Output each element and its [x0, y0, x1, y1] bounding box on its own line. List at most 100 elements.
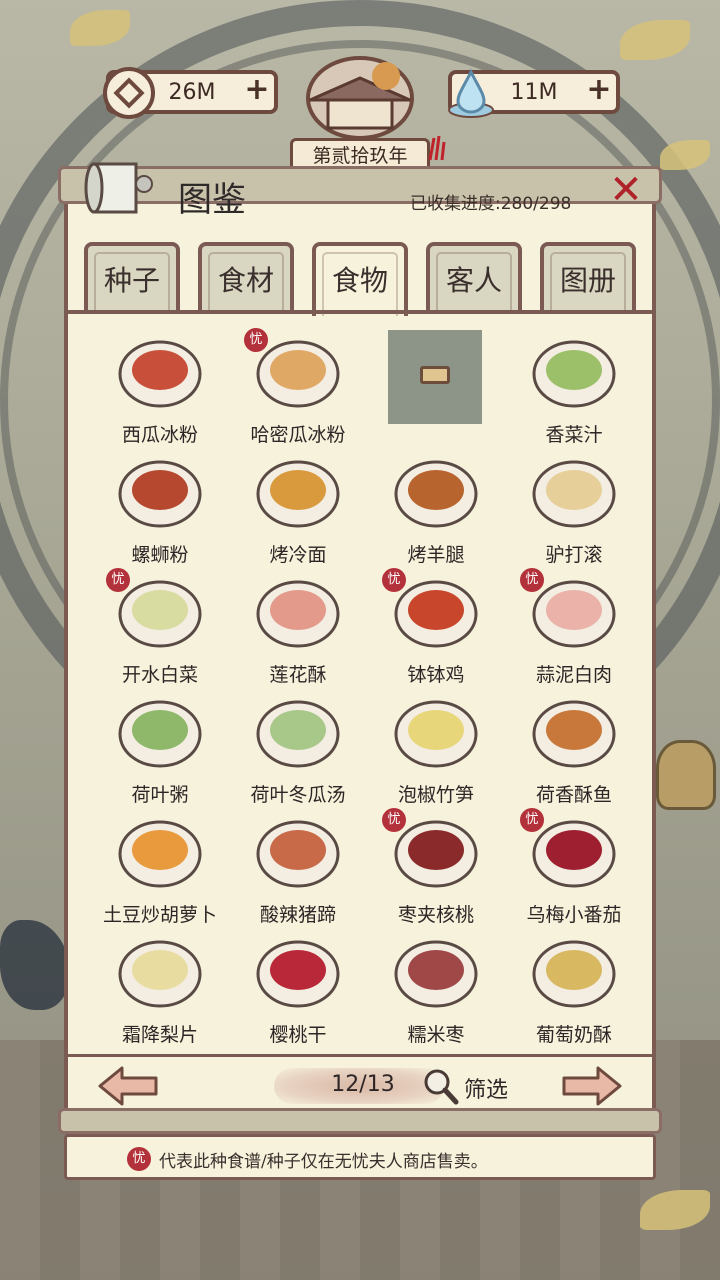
add-spirit-button[interactable]: + — [582, 75, 616, 109]
food-item[interactable]: 香菜汁 — [506, 326, 642, 446]
tab-ingredients[interactable]: 食材 — [198, 242, 294, 312]
food-item[interactable]: 土豆炒胡萝卜 — [92, 806, 228, 926]
scroll-book-icon — [84, 162, 153, 214]
food-name: 酸辣猪蹄 — [259, 904, 336, 926]
food-item[interactable]: 莲花酥 — [230, 566, 366, 686]
food-name: 蒜泥白肉 — [535, 664, 612, 686]
food-name: 霜降梨片 — [121, 1024, 198, 1046]
food-item[interactable]: 葡萄奶酥 — [506, 926, 642, 1046]
tab-label: 图册 — [550, 252, 626, 312]
food-name: 驴打滚 — [545, 544, 603, 566]
worry-badge-icon: 忧 — [382, 568, 406, 592]
food-item[interactable]: 荷叶粥 — [92, 686, 228, 806]
tab-food[interactable]: 食物 — [312, 242, 408, 316]
dish-icon — [256, 460, 340, 528]
worry-badge-icon: 忧 — [520, 808, 544, 832]
dish-icon — [118, 460, 202, 528]
rock — [0, 920, 70, 1010]
dish-icon — [394, 700, 478, 768]
food-name: 哈密瓜冰粉 — [250, 424, 346, 446]
add-coins-button[interactable]: + — [240, 75, 274, 109]
lotus-lamp — [656, 740, 716, 810]
food-item[interactable]: 西瓜冰粉 — [92, 326, 228, 446]
pager-divider — [66, 1054, 654, 1057]
food-item[interactable]: 烤羊腿 — [368, 446, 504, 566]
food-name: 钵钵鸡 — [407, 664, 465, 686]
arrow-left-icon[interactable] — [96, 1064, 160, 1108]
food-name: 荷叶粥 — [131, 784, 189, 806]
page-number: 12/13 — [331, 1072, 395, 1097]
shop-note: 忧 代表此种食谱/种子仅在无忧夫人商店售卖。 — [64, 1134, 656, 1180]
food-grid: 西瓜冰粉忧哈密瓜冰粉 香菜汁 螺蛳粉 烤冷面 烤羊腿 驴打滚忧开水白菜 莲花酥忧钵钵鸡忧蒜泥… — [92, 326, 640, 1054]
water-drop-icon — [448, 68, 494, 118]
coin-counter: 26M + — [103, 67, 278, 119]
food-item[interactable]: 驴打滚 — [506, 446, 642, 566]
food-name: 开水白菜 — [121, 664, 198, 686]
arrow-right-icon[interactable] — [560, 1064, 624, 1108]
close-button[interactable]: ✕ — [606, 170, 646, 210]
dish-icon — [256, 580, 340, 648]
food-item[interactable]: 螺蛳粉 — [92, 446, 228, 566]
dish-icon — [532, 940, 616, 1008]
tab-divider — [66, 310, 654, 314]
food-item[interactable]: 霜降梨片 — [92, 926, 228, 1046]
dish-icon — [532, 700, 616, 768]
locked-placeholder — [388, 330, 482, 424]
dish-icon — [394, 460, 478, 528]
food-name: 乌梅小番茄 — [526, 904, 622, 926]
dish-icon — [118, 940, 202, 1008]
food-name: 莲花酥 — [269, 664, 327, 686]
dish-icon — [256, 700, 340, 768]
food-item[interactable]: 荷叶冬瓜汤 — [230, 686, 366, 806]
food-item[interactable]: 樱桃干 — [230, 926, 366, 1046]
food-item[interactable]: 忧枣夹核桃 — [368, 806, 504, 926]
dish-icon — [118, 340, 202, 408]
tab-label: 食物 — [322, 252, 398, 316]
coin-icon — [103, 67, 155, 119]
pavilion-emblem-icon — [306, 56, 414, 138]
lock-icon — [420, 366, 450, 384]
ginkgo-leaf — [660, 140, 710, 170]
tab-label: 种子 — [94, 252, 170, 312]
tab-guests[interactable]: 客人 — [426, 242, 522, 312]
worry-badge-icon: 忧 — [382, 808, 406, 832]
tab-label: 客人 — [436, 252, 512, 312]
dish-icon — [118, 820, 202, 888]
food-item[interactable]: 忧蒜泥白肉 — [506, 566, 642, 686]
ginkgo-leaf — [70, 10, 130, 46]
worry-badge-icon: 忧 — [106, 568, 130, 592]
collection-progress: 已收集进度:280/298 — [410, 194, 572, 214]
category-tabs: 种子 食材 食物 客人 图册 — [84, 242, 656, 316]
tab-album[interactable]: 图册 — [540, 242, 636, 312]
tab-seeds[interactable]: 种子 — [84, 242, 180, 312]
dish-icon — [532, 340, 616, 408]
food-name: 枣夹核桃 — [397, 904, 474, 926]
tab-label: 食材 — [208, 252, 284, 312]
food-item[interactable]: 忧乌梅小番茄 — [506, 806, 642, 926]
dish-icon — [256, 940, 340, 1008]
food-name: 荷香酥鱼 — [535, 784, 612, 806]
locked-food-slot[interactable] — [368, 326, 504, 446]
food-name: 樱桃干 — [269, 1024, 327, 1046]
panel-title: 图鉴 — [178, 180, 246, 220]
spirit-counter: 11M + — [448, 68, 620, 118]
food-item[interactable]: 荷香酥鱼 — [506, 686, 642, 806]
food-name: 香菜汁 — [545, 424, 603, 446]
food-item[interactable]: 忧钵钵鸡 — [368, 566, 504, 686]
food-name: 螺蛳粉 — [131, 544, 189, 566]
food-name: 烤冷面 — [269, 544, 327, 566]
filter-button[interactable]: 筛选 — [464, 1072, 508, 1104]
worry-badge-icon: 忧 — [244, 328, 268, 352]
dish-icon — [118, 700, 202, 768]
food-item[interactable]: 烤冷面 — [230, 446, 366, 566]
food-name: 烤羊腿 — [407, 544, 465, 566]
food-item[interactable]: 酸辣猪蹄 — [230, 806, 366, 926]
dish-icon — [394, 940, 478, 1008]
food-item[interactable]: 忧开水白菜 — [92, 566, 228, 686]
food-item[interactable]: 忧哈密瓜冰粉 — [230, 326, 366, 446]
food-item[interactable]: 糯米枣 — [368, 926, 504, 1046]
magnifier-icon[interactable] — [420, 1066, 460, 1106]
note-text: 代表此种食谱/种子仅在无忧夫人商店售卖。 — [159, 1152, 488, 1172]
food-item[interactable]: 泡椒竹笋 — [368, 686, 504, 806]
ginkgo-leaf — [620, 20, 690, 60]
